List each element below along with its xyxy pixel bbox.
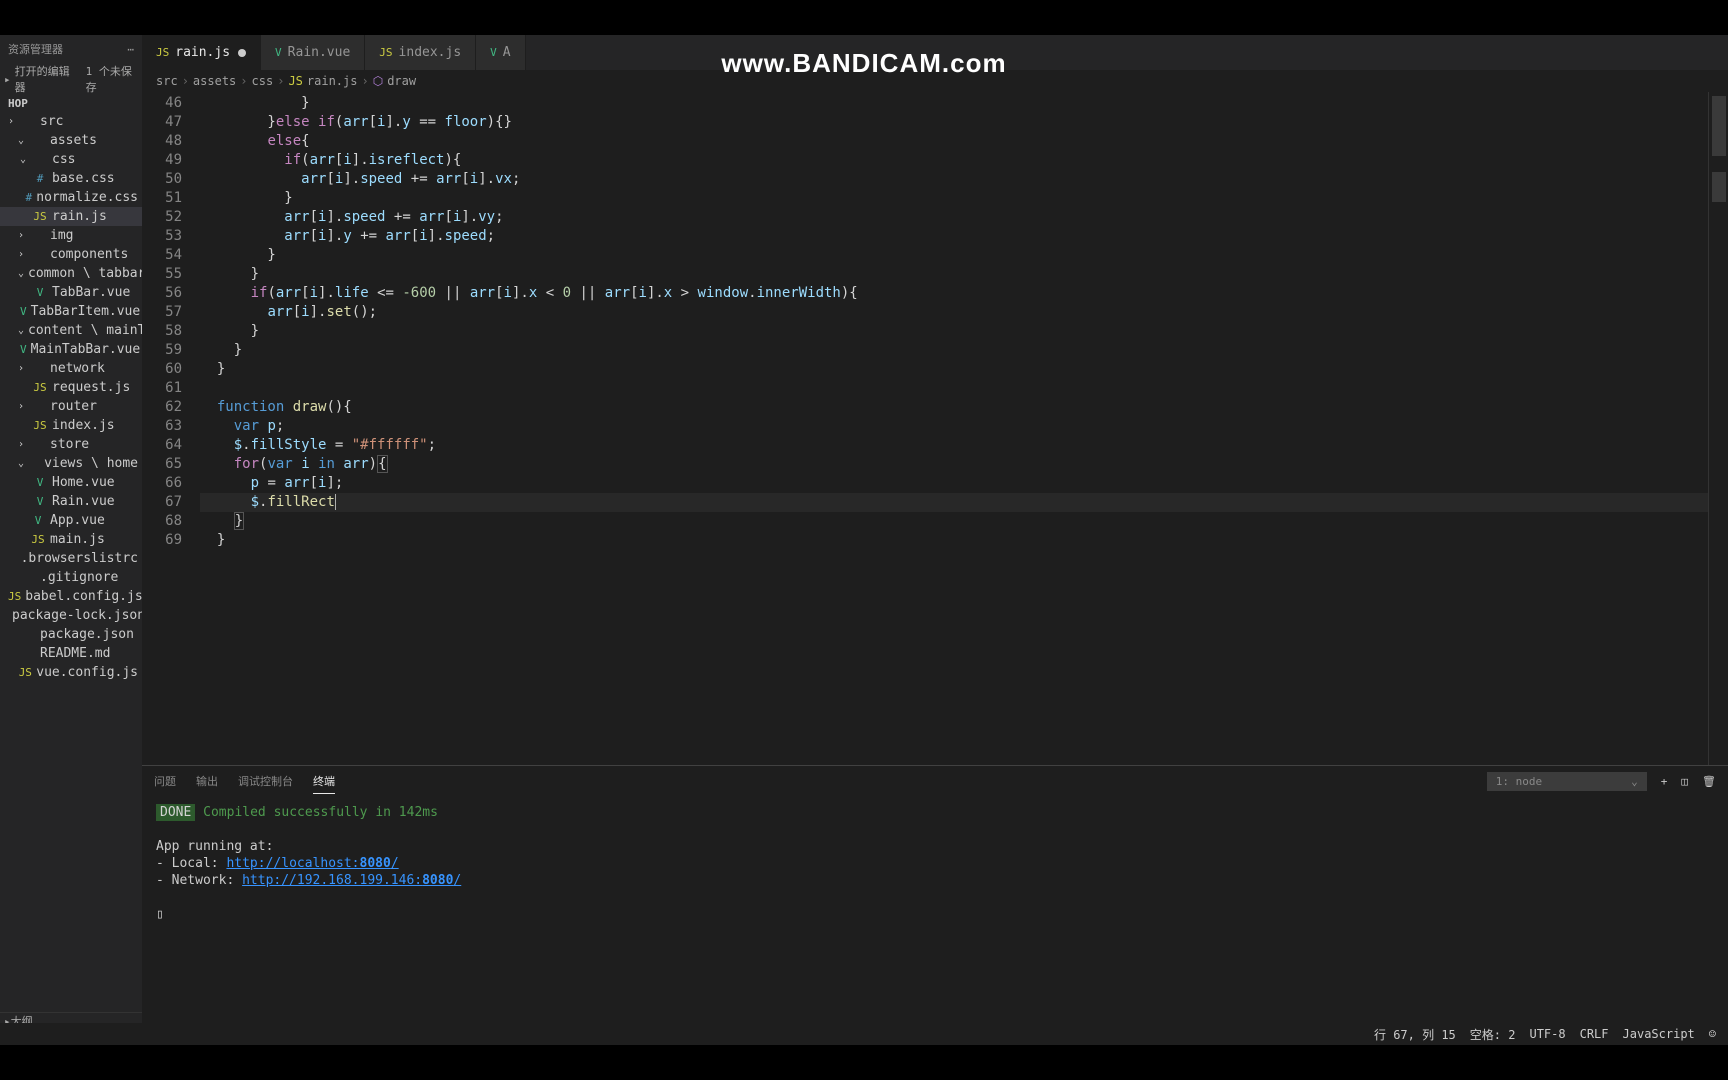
tree-item-base-css[interactable]: #base.css	[0, 169, 142, 188]
tree-item-css[interactable]: ⌄css	[0, 150, 142, 169]
tree-item-main-js[interactable]: JSmain.js	[0, 530, 142, 549]
status-bar: 行 67, 列 15 空格: 2 UTF-8 CRLF JavaScript ☺	[0, 1023, 1728, 1045]
tree-item-tabbar-vue[interactable]: VTabBar.vue	[0, 283, 142, 302]
panel-tabs: 问题输出调试控制台终端 1: node⌄ + ◫ 🗑	[142, 766, 1728, 796]
language-status[interactable]: JavaScript	[1623, 1027, 1695, 1041]
tree-item--gitignore[interactable]: .gitignore	[0, 568, 142, 587]
tree-item-views-home[interactable]: ⌄views \ home	[0, 454, 142, 473]
tree-item-network[interactable]: ›network	[0, 359, 142, 378]
terminal-output[interactable]: DONE Compiled successfully in 142ms App …	[142, 796, 1728, 1045]
tree-item-common-tabbar[interactable]: ⌄common \ tabbar	[0, 264, 142, 283]
bottom-panel: 问题输出调试控制台终端 1: node⌄ + ◫ 🗑 DONE Compiled suc…	[142, 765, 1728, 1045]
code-area[interactable]: } }else if(arr[i].y == floor){} else{ if…	[200, 92, 1708, 765]
tree-item-package-json[interactable]: package.json	[0, 625, 142, 644]
more-icon[interactable]: ⋯	[127, 43, 134, 56]
feedback-icon[interactable]: ☺	[1709, 1027, 1716, 1041]
tree-item-tabbaritem-vue[interactable]: VTabBarItem.vue	[0, 302, 142, 321]
tree-item-normalize-css[interactable]: #normalize.css	[0, 188, 142, 207]
code-editor[interactable]: 4647484950515253545556575859606162636465…	[142, 92, 1728, 765]
tree-item-src[interactable]: ›src	[0, 112, 142, 131]
tree-item-babel-config-js[interactable]: JSbabel.config.js	[0, 587, 142, 606]
tree-item-package-lock-json[interactable]: package-lock.json	[0, 606, 142, 625]
new-terminal-icon[interactable]: +	[1661, 775, 1668, 788]
panel-tab-2[interactable]: 调试控制台	[238, 769, 293, 793]
panel-tab-0[interactable]: 问题	[154, 769, 176, 793]
tree-item-home-vue[interactable]: VHome.vue	[0, 473, 142, 492]
trash-icon[interactable]: 🗑	[1702, 775, 1716, 788]
sidebar: 资源管理器 ⋯ ▸ 打开的编辑器 1 个未保存 HOP ›src⌄assets⌄…	[0, 35, 142, 1045]
tree-item-maintabbar-vue[interactable]: VMainTabBar.vue	[0, 340, 142, 359]
panel-tab-3[interactable]: 终端	[313, 769, 335, 794]
indent-status[interactable]: 空格: 2	[1470, 1026, 1516, 1043]
tree-item-router[interactable]: ›router	[0, 397, 142, 416]
cursor-position[interactable]: 行 67, 列 15	[1374, 1026, 1456, 1043]
eol-status[interactable]: CRLF	[1580, 1027, 1609, 1041]
tree-item-app-vue[interactable]: VApp.vue	[0, 511, 142, 530]
open-editors-header[interactable]: ▸ 打开的编辑器 1 个未保存	[0, 63, 142, 95]
panel-tab-1[interactable]: 输出	[196, 769, 218, 793]
file-tree: ›src⌄assets⌄css#base.css#normalize.cssJS…	[0, 112, 142, 1012]
explorer-header: 资源管理器 ⋯	[0, 35, 142, 63]
tree-item-vue-config-js[interactable]: JSvue.config.js	[0, 663, 142, 682]
tab-rain-vue[interactable]: VRain.vue	[261, 35, 365, 70]
tree-item-rain-js[interactable]: JSrain.js	[0, 207, 142, 226]
tree-item-rain-vue[interactable]: VRain.vue	[0, 492, 142, 511]
tree-item-components[interactable]: ›components	[0, 245, 142, 264]
tree-item-assets[interactable]: ⌄assets	[0, 131, 142, 150]
minimap[interactable]	[1708, 92, 1728, 765]
tree-item-store[interactable]: ›store	[0, 435, 142, 454]
tree-item-index-js[interactable]: JSindex.js	[0, 416, 142, 435]
encoding-status[interactable]: UTF-8	[1529, 1027, 1565, 1041]
watermark: www.BANDICAM.com	[721, 48, 1006, 79]
line-gutter: 4647484950515253545556575859606162636465…	[142, 92, 200, 765]
project-name[interactable]: HOP	[0, 95, 142, 112]
tree-item-request-js[interactable]: JSrequest.js	[0, 378, 142, 397]
tree-item-img[interactable]: ›img	[0, 226, 142, 245]
tree-item-content-maintabbar[interactable]: ⌄content \ mainTabbar	[0, 321, 142, 340]
split-terminal-icon[interactable]: ◫	[1681, 775, 1688, 788]
tree-item--browserslistrc[interactable]: .browserslistrc	[0, 549, 142, 568]
tree-item-readme-md[interactable]: README.md	[0, 644, 142, 663]
tab-a[interactable]: VA	[476, 35, 525, 70]
chevron-down-icon: ⌄	[1631, 775, 1638, 788]
terminal-select[interactable]: 1: node⌄	[1487, 772, 1647, 791]
tab-index-js[interactable]: JSindex.js	[365, 35, 476, 70]
tab-rain-js[interactable]: JSrain.js	[142, 35, 261, 70]
